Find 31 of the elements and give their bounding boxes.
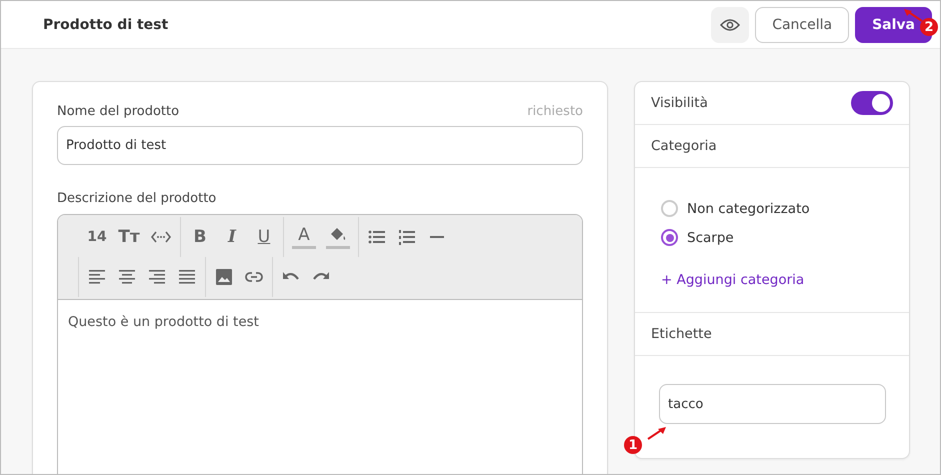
add-category-link[interactable]: + Aggiungi categoria [661, 272, 804, 288]
bold-button[interactable]: B [189, 227, 211, 247]
tags-field[interactable]: tacco [659, 384, 886, 424]
preview-button[interactable] [711, 6, 750, 42]
fill-color-button[interactable] [326, 226, 350, 248]
section-title: Categoria [651, 138, 717, 154]
underline-button[interactable]: U [253, 227, 275, 247]
font-size-button[interactable]: 14 [86, 229, 108, 245]
italic-button[interactable]: I [221, 227, 243, 247]
field-label: Nome del prodotto [57, 104, 180, 119]
description-text: Questo è un prodotto di test [67, 313, 260, 332]
radio-button[interactable] [661, 229, 678, 246]
radio-button[interactable] [661, 200, 678, 217]
text-size-button[interactable]: Tт [118, 227, 140, 247]
rich-text-editor[interactable]: 14 Tт B I U A Questo è un prodotto di test [57, 214, 583, 474]
callout-badge: 1 [624, 436, 642, 454]
visibility-label: Visibilità [651, 95, 708, 111]
radio-label[interactable]: Scarpe [687, 230, 734, 246]
callout-arrow [646, 425, 668, 441]
field-label: Descrizione del prodotto [57, 191, 218, 206]
text-color-button[interactable]: A [292, 226, 316, 248]
product-name-field[interactable]: Prodotto di test [57, 126, 583, 165]
numbered-list-icon[interactable] [397, 227, 417, 247]
page-title: Prodotto di test [43, 16, 170, 32]
cancel-button[interactable]: Cancella [755, 6, 850, 42]
required-hint: richiesto [527, 104, 583, 119]
section-title: Etichette [651, 326, 712, 342]
radio-label[interactable]: Non categorizzato [687, 200, 810, 216]
eye-icon [720, 18, 740, 32]
image-icon[interactable] [214, 267, 234, 287]
visibility-toggle[interactable] [851, 91, 893, 115]
